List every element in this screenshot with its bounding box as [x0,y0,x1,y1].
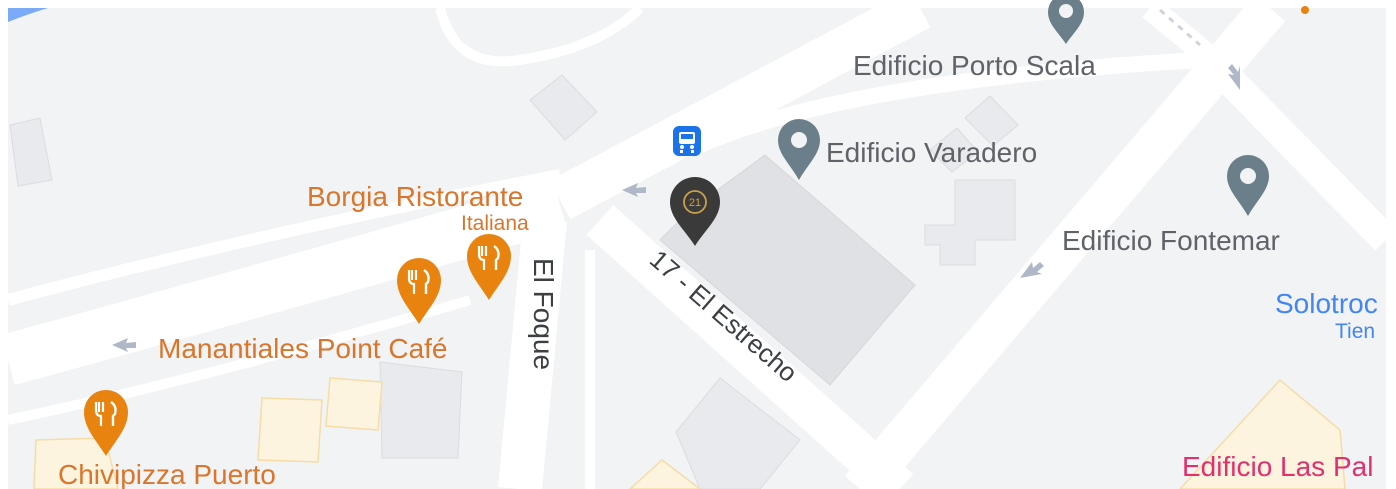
partial-poi-marker [1301,6,1309,14]
street-label-el-foque: El Foque [528,258,559,370]
place-label-fontemar[interactable]: Edificio Fontemar [1062,225,1280,256]
place-label-porto-scala[interactable]: Edificio Porto Scala [853,50,1096,81]
place-label-solotroc[interactable]: Solotroc [1275,288,1378,319]
place-label-varadero[interactable]: Edificio Varadero [826,137,1037,168]
marker-badge-text: 21 [689,197,701,209]
place-category-borgia: Italiana [461,212,529,235]
place-label-manantiales[interactable]: Manantiales Point Café [158,333,448,364]
place-label-las-palmas[interactable]: Edificio Las Pal [1182,451,1373,482]
bus-stop-icon[interactable] [673,126,701,156]
place-label-chivipizza[interactable]: Chivipizza Puerto [58,459,276,489]
place-category-solotroc: Tien [1335,320,1375,343]
map-canvas[interactable]: 21 Edificio Porto Scala Edificio Varader… [0,0,1396,489]
place-label-borgia[interactable]: Borgia Ristorante [307,181,523,212]
map-view[interactable]: 21 Edificio Porto Scala Edificio Varader… [0,0,1396,489]
